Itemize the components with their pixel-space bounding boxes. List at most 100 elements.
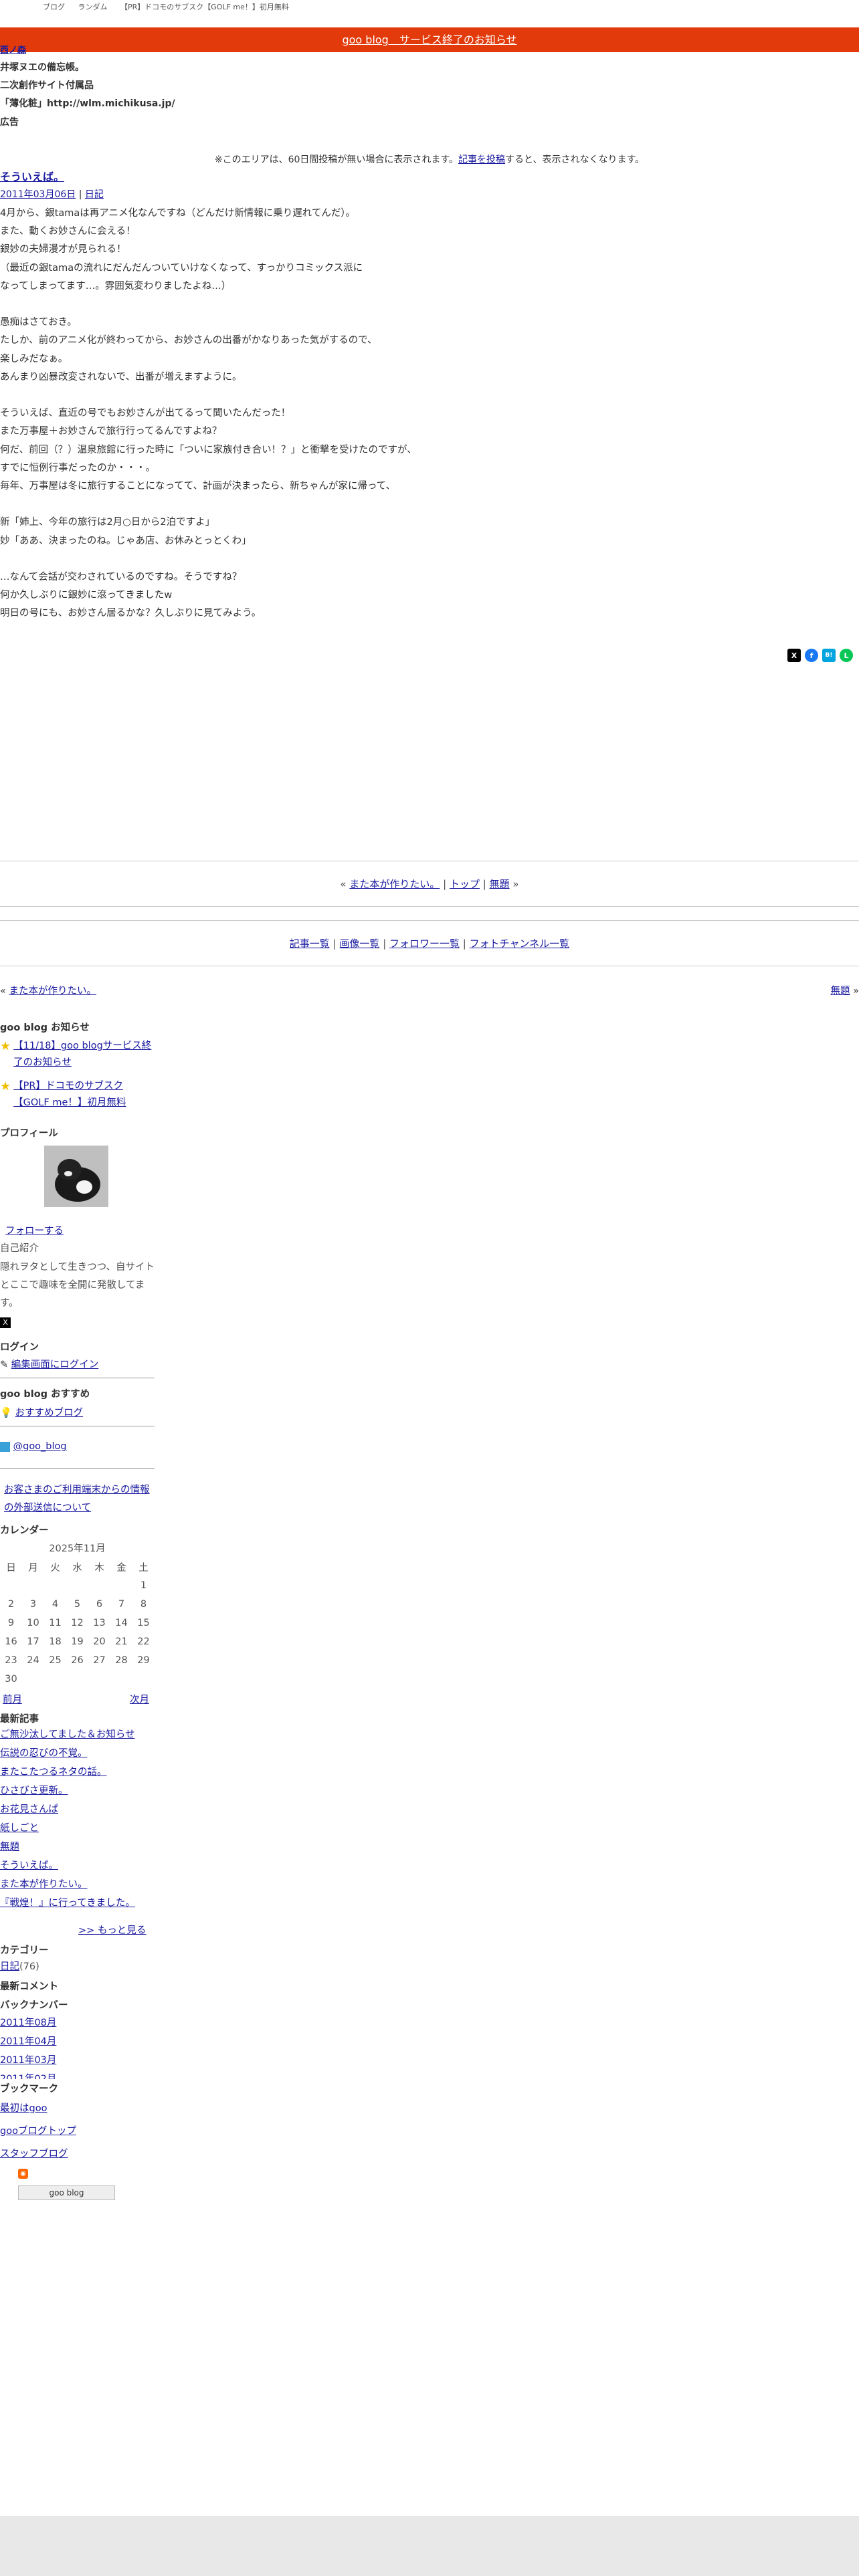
list-links: 記事一覧 | 画像一覧 | フォロワー一覧 | フォトチャンネル一覧	[289, 938, 570, 950]
photo-channel-list-link[interactable]: フォトチャンネル一覧	[470, 938, 570, 950]
latest-item[interactable]: 『戦煌！』に行ってきました。	[0, 1894, 155, 1913]
calendar-prev-month[interactable]: 前月	[3, 1692, 22, 1706]
divider	[0, 1468, 155, 1469]
profile-image[interactable]	[44, 1146, 108, 1207]
bookmark-item[interactable]: gooブログトップ	[0, 2120, 155, 2143]
calendar-week: 30	[0, 1670, 155, 1689]
calendar-day: 11	[49, 1618, 62, 1628]
comments-heading: 最新コメント	[0, 1981, 58, 1992]
facebook-share-icon[interactable]: f	[805, 649, 818, 662]
post-category[interactable]: 日記	[85, 189, 104, 200]
latest-heading: 最新記事	[0, 1714, 39, 1725]
line-share-icon[interactable]: L	[840, 649, 853, 662]
calendar-day: 26	[71, 1655, 84, 1666]
calendar-next-month[interactable]: 次月	[130, 1692, 149, 1706]
latest-item[interactable]: お花見さんぱ	[0, 1800, 155, 1819]
category-row: 日記(76)	[0, 1959, 155, 1973]
post-body: 4月から、銀tamaは再アニメ化なんですね（どんだけ新情報に乗り遅れてんだ）。 …	[0, 208, 417, 619]
calendar-day: 4	[52, 1599, 59, 1610]
category-count: (76)	[19, 1961, 39, 1972]
calendar-day: 22	[137, 1636, 150, 1647]
calendar-heading: カレンダー	[0, 1525, 49, 1536]
prev-post-link[interactable]: また本が作りたい。	[349, 878, 440, 890]
x-share-icon[interactable]: X	[787, 649, 801, 662]
backnumber-item[interactable]: 2011年03月	[0, 2051, 155, 2070]
image-list-link[interactable]: 画像一覧	[339, 938, 379, 950]
post-meta: 2011年03月06日 | 日記	[0, 187, 104, 201]
latest-item[interactable]: 紙しごと	[0, 1819, 155, 1838]
calendar: 2025年11月 日 月 火 水 木 金 土 1 2 3 4 5 6 7 8 9 10 11 12 13…	[0, 1540, 155, 1689]
pager-next-link[interactable]: 無題	[831, 986, 850, 996]
calendar-week: 23 24 25 26 27 28 29	[0, 1651, 155, 1670]
post-meta-separator: |	[78, 189, 82, 200]
bookmark-item[interactable]: 最初はgoo	[0, 2097, 155, 2120]
calendar-day	[88, 1670, 110, 1689]
latest-item[interactable]: 伝説の忍びの不覚。	[0, 1744, 155, 1763]
article-list-link[interactable]: 記事一覧	[290, 938, 330, 950]
blog-description-3: 「薄化粧」http://wlm.michikusa.jp/	[0, 98, 175, 109]
backnumber-item[interactable]: 2011年08月	[0, 2014, 155, 2032]
news-heading: goo blog お知らせ	[0, 1023, 90, 1033]
backnumber-item[interactable]: 2011年04月	[0, 2032, 155, 2051]
news-item-2[interactable]: 【PR】ドコモのサブスク【GOLF me！】初月無料	[13, 1078, 155, 1111]
follow-button[interactable]: フォローする	[5, 1223, 64, 1237]
topnav-random[interactable]: ランダム	[78, 3, 108, 11]
recommend-heading: goo blog おすすめ	[0, 1389, 90, 1400]
login-heading: ログイン	[0, 1342, 39, 1353]
recommend-row: 💡 おすすめブログ	[0, 1405, 155, 1419]
calendar-day: 15	[137, 1618, 150, 1628]
calendar-day: 2	[7, 1599, 15, 1610]
post-article-link[interactable]: 記事を投稿	[458, 154, 505, 165]
rss-icon[interactable]: ◉	[18, 2169, 28, 2179]
latest-list: ご無沙汰してました＆お知らせ 伝説の忍びの不覚。 またこたつるネタの話。 ひさび…	[0, 1725, 155, 1913]
pager-prev-link[interactable]: また本が作りたい。	[9, 986, 96, 996]
recommend-link[interactable]: おすすめブログ	[15, 1408, 84, 1418]
calendar-day: 9	[7, 1618, 15, 1628]
lightbulb-icon: 💡	[0, 1408, 13, 1418]
goo-blog-badge[interactable]: goo blog	[18, 2185, 115, 2200]
calendar-day: 7	[118, 1599, 125, 1610]
calendar-week: 2 3 4 5 6 7 8	[0, 1595, 155, 1614]
category-heading: カテゴリー	[0, 1945, 49, 1956]
blog-title[interactable]: 西ノ森	[0, 43, 26, 56]
calendar-day: 6	[96, 1599, 103, 1610]
top-link[interactable]: トップ	[450, 878, 480, 890]
x-icon[interactable]: X	[0, 1317, 11, 1328]
post-date[interactable]: 2011年03月06日	[0, 189, 76, 200]
top-nav: ブログ ランダム 【PR】ドコモのサブスク【GOLF me！】初月無料	[43, 1, 300, 12]
ad-notice: ※このエリアは、60日間投稿が無い場合に表示されます。記事を投稿すると、表示され…	[0, 152, 859, 166]
calendar-day: 17	[27, 1636, 39, 1647]
latest-item[interactable]: また本が作りたい。	[0, 1875, 155, 1894]
calendar-day: 23	[5, 1655, 17, 1666]
login-link[interactable]: 編集画面にログイン	[11, 1360, 99, 1370]
weekday: 木	[94, 1562, 104, 1574]
calendar-day: 1	[140, 1580, 147, 1591]
latest-item[interactable]: ご無沙汰してました＆お知らせ	[0, 1725, 155, 1744]
topnav-blog[interactable]: ブログ	[43, 3, 65, 11]
calendar-day	[66, 1670, 88, 1689]
twitter-link[interactable]: @goo_blog	[13, 1441, 67, 1452]
news-item-1[interactable]: 【11/18】goo blogサービス終了のお知らせ	[13, 1038, 155, 1071]
blog-description-2: 二次創作サイト付属品	[0, 80, 94, 91]
hatena-bookmark-icon[interactable]: B!	[822, 649, 836, 662]
twitter-row: @goo_blog	[0, 1441, 155, 1452]
latest-item[interactable]: そういえば。	[0, 1856, 155, 1875]
follower-list-link[interactable]: フォロワー一覧	[389, 938, 460, 950]
ad-notice-text-after: すると、表示されなくなります。	[505, 154, 645, 165]
calendar-day	[110, 1670, 132, 1689]
star-icon: ★	[0, 1079, 11, 1093]
more-latest-link[interactable]: >> もっと見る	[78, 1923, 146, 1937]
latest-item[interactable]: ひさびさ更新。	[0, 1782, 155, 1800]
next-post-link[interactable]: 無題	[490, 878, 510, 890]
latest-item[interactable]: 無題	[0, 1838, 155, 1856]
service-end-notice-link[interactable]: goo blog サービス終了のお知らせ	[342, 33, 516, 46]
bookmark-item[interactable]: スタッフブログ	[0, 2143, 155, 2165]
latest-item[interactable]: またこたつるネタの話。	[0, 1763, 155, 1782]
topnav-pr[interactable]: 【PR】ドコモのサブスク【GOLF me！】初月無料	[120, 3, 289, 11]
post-title[interactable]: そういえば。	[0, 168, 64, 184]
privacy-link[interactable]: お客さまのご利用端末からの情報の外部送信について	[4, 1481, 151, 1517]
backnumber-item[interactable]: 2011年02月	[0, 2070, 155, 2079]
category-link[interactable]: 日記	[0, 1961, 19, 1972]
calendar-month: 2025年11月	[49, 1543, 106, 1554]
weekday: 月	[28, 1562, 38, 1574]
